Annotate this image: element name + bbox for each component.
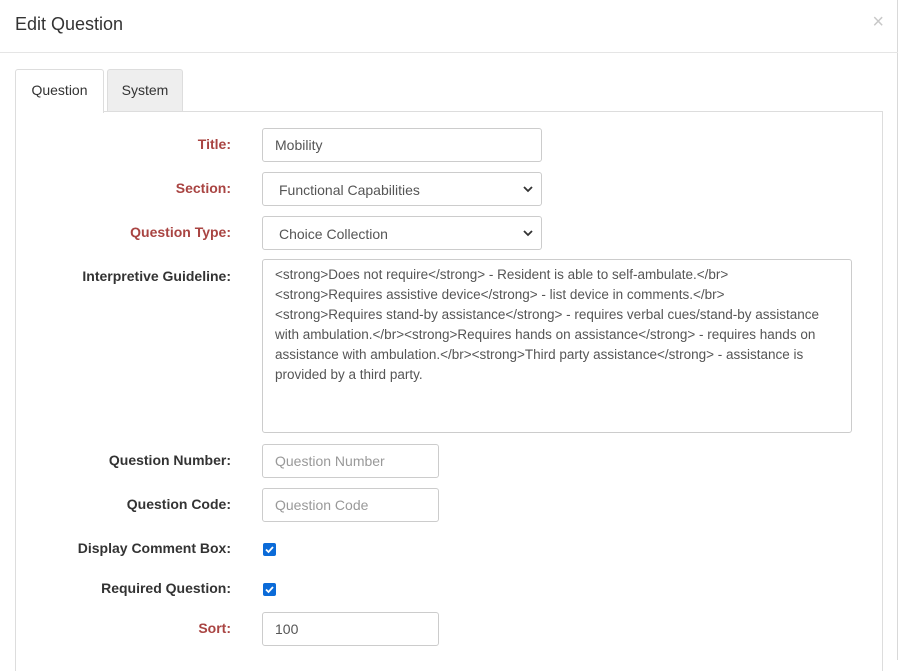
question-code-input[interactable]: [262, 488, 439, 522]
tab-system[interactable]: System: [107, 69, 183, 112]
section-select-value: Functional Capabilities: [279, 182, 420, 198]
chevron-down-icon: [523, 230, 533, 237]
checkmark-icon: [265, 586, 274, 594]
close-icon[interactable]: ×: [872, 12, 884, 32]
question-type-select-value: Choice Collection: [279, 226, 388, 242]
question-type-select[interactable]: Choice Collection: [262, 216, 542, 250]
required-question-checkbox[interactable]: [263, 583, 276, 596]
sort-label: Sort:: [198, 620, 231, 636]
question-tab-panel: Title: Section: Functional Capabilities …: [15, 111, 883, 671]
question-code-label: Question Code:: [126, 496, 231, 512]
question-number-input[interactable]: [262, 444, 439, 478]
sort-input[interactable]: [262, 612, 439, 646]
interpretive-guideline-textarea[interactable]: <strong>Does not require</strong> - Resi…: [262, 259, 852, 433]
display-comment-box-label: Display Comment Box:: [77, 540, 231, 556]
display-comment-box-checkbox[interactable]: [263, 543, 276, 556]
edit-question-modal: Edit Question × Question System Title: S…: [0, 0, 898, 671]
checkmark-icon: [265, 546, 274, 554]
modal-title: Edit Question: [15, 14, 124, 34]
chevron-down-icon: [523, 186, 533, 193]
tab-bar: Question System: [15, 69, 883, 113]
modal-header: Edit Question ×: [0, 0, 898, 53]
required-question-label: Required Question:: [101, 580, 231, 596]
title-input[interactable]: [262, 128, 542, 162]
tab-question[interactable]: Question: [15, 69, 104, 113]
section-select[interactable]: Functional Capabilities: [262, 172, 542, 206]
interpretive-guideline-label: Interpretive Guideline:: [82, 268, 231, 284]
question-number-label: Question Number:: [108, 452, 231, 468]
section-label: Section:: [175, 180, 231, 196]
question-type-label: Question Type:: [130, 224, 231, 240]
title-label: Title:: [197, 136, 231, 152]
